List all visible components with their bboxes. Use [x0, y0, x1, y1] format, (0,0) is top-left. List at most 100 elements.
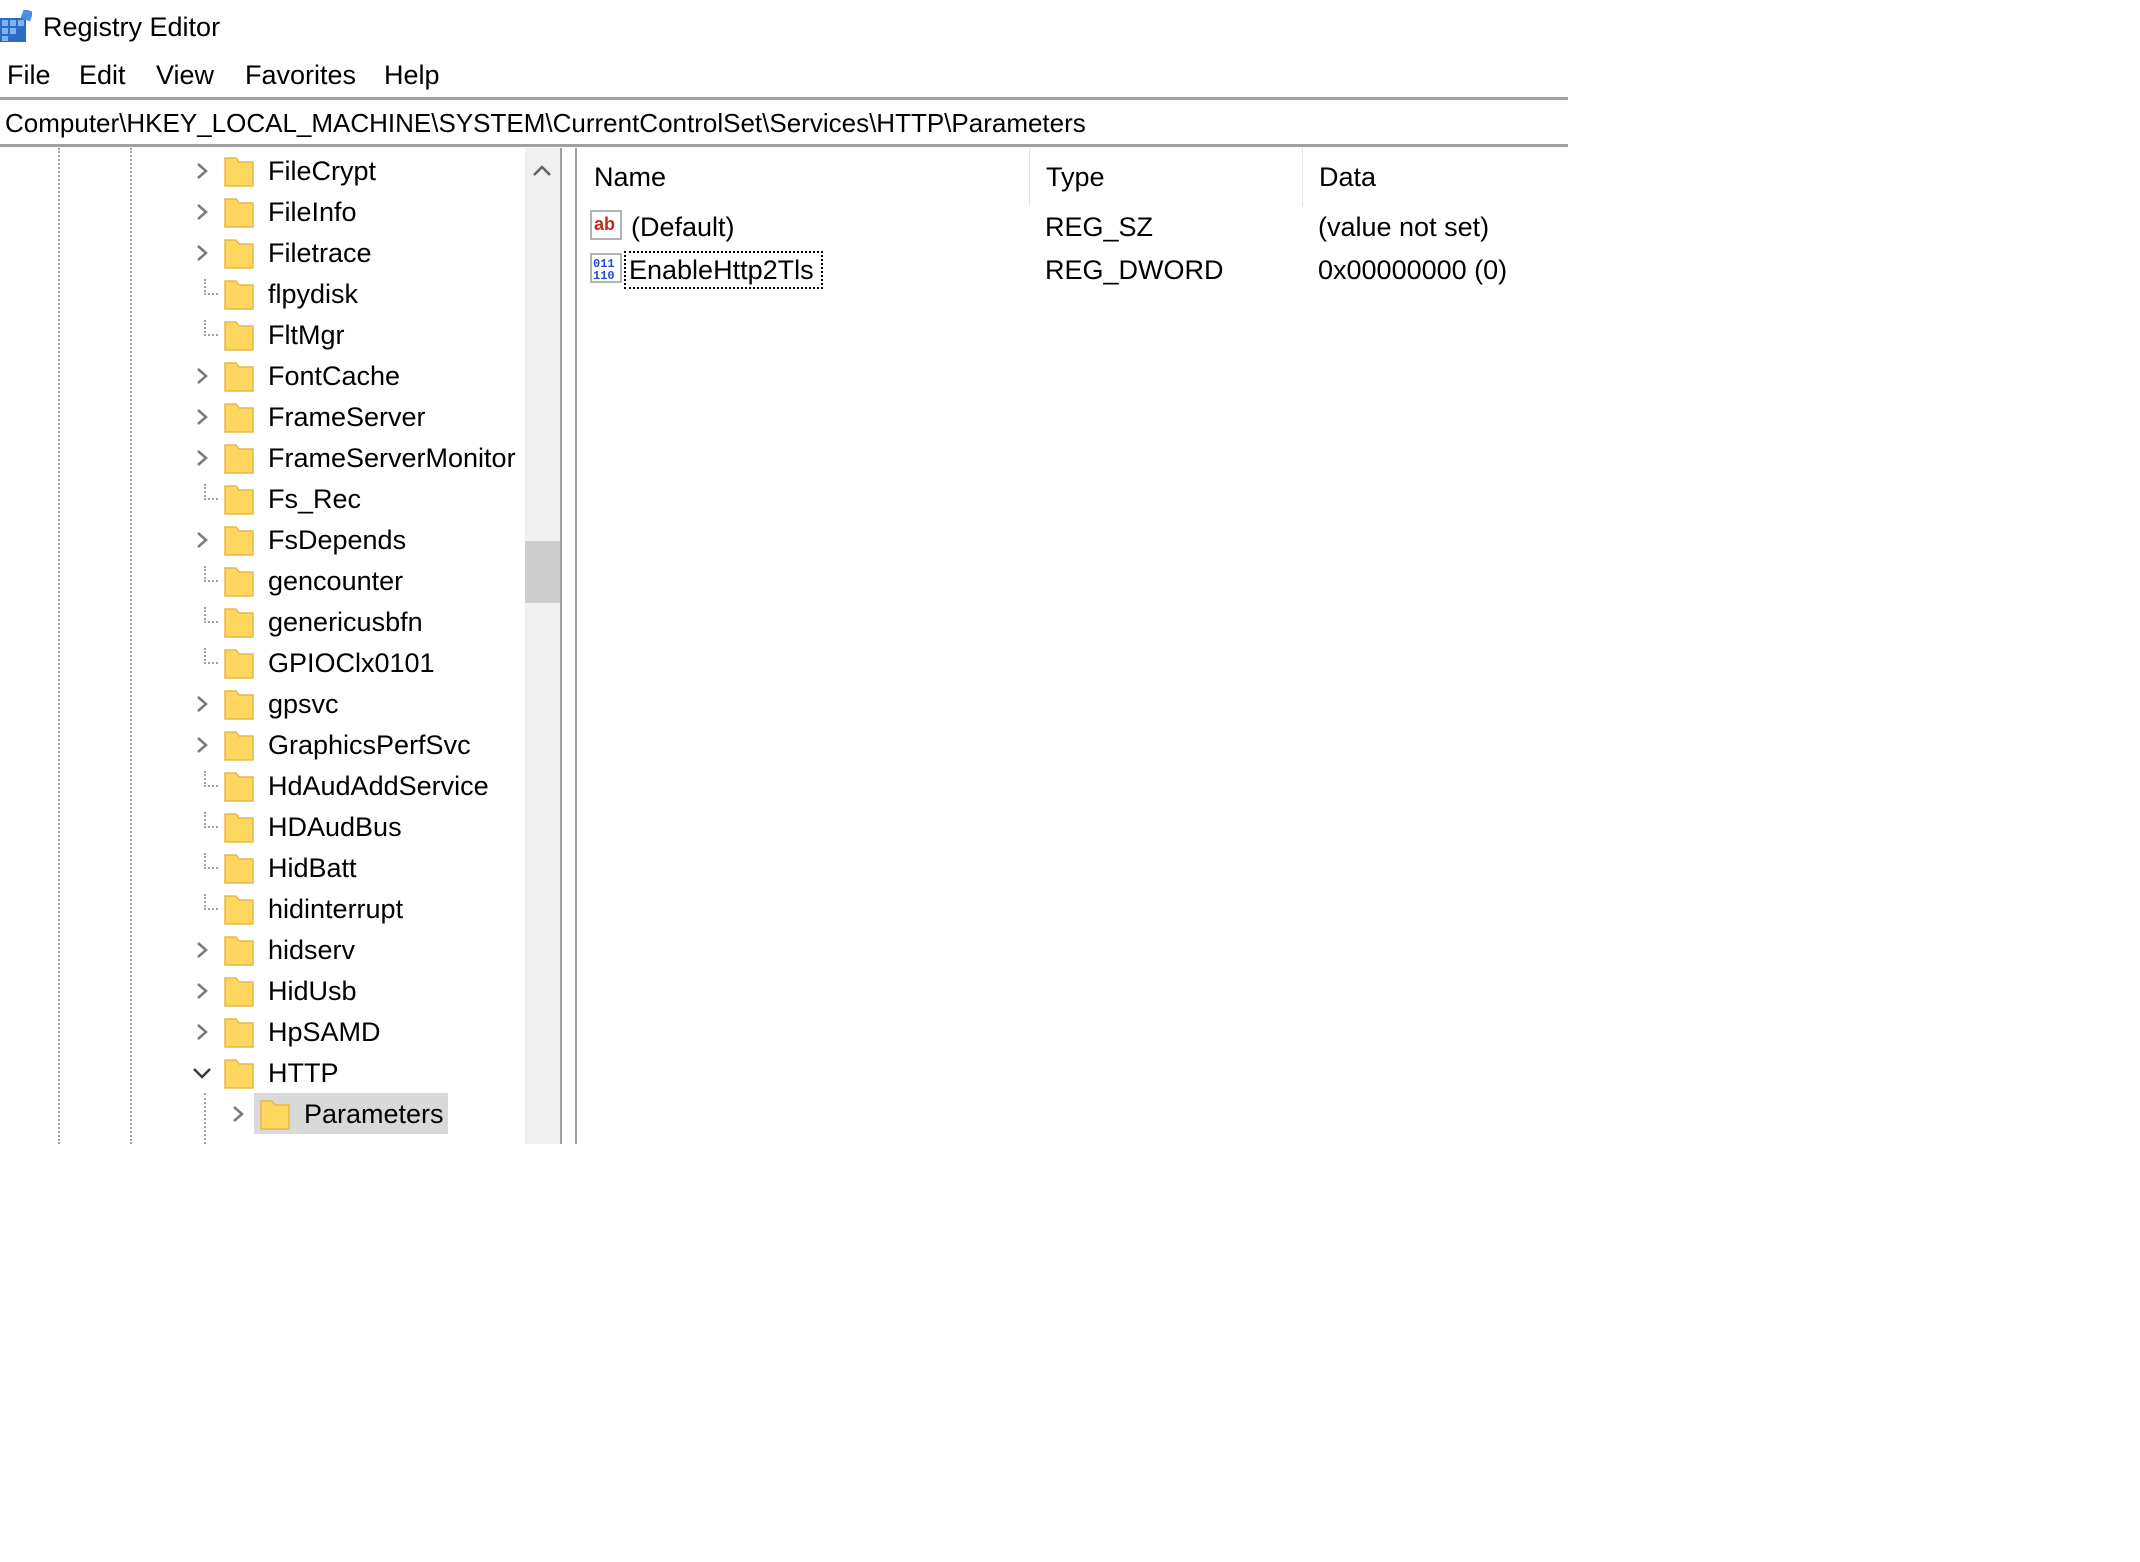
chevron-right-icon[interactable] — [190, 525, 214, 555]
tree-item-label: hidserv — [268, 935, 356, 965]
value-data: 0x00000000 (0) — [1318, 255, 1508, 285]
address-bar[interactable]: Computer\HKEY_LOCAL_MACHINE\SYSTEM\Curre… — [0, 97, 1568, 147]
chevron-right-icon[interactable] — [190, 197, 214, 227]
column-header-data[interactable]: Data — [1302, 148, 1568, 206]
tree-item[interactable]: HDAudBus — [0, 806, 525, 847]
tree-item-label: FsDepends — [268, 525, 407, 555]
scroll-thumb[interactable] — [525, 541, 560, 603]
registry-editor-icon — [0, 8, 34, 44]
menu-favorites[interactable]: Favorites — [245, 60, 356, 90]
folder-icon — [224, 319, 254, 351]
value-row[interactable]: ab (Default) REG_SZ (value not set) — [577, 206, 1568, 248]
folder-icon — [224, 729, 254, 761]
chevron-right-icon[interactable] — [190, 238, 214, 268]
tree-item-label: HpSAMD — [268, 1017, 381, 1047]
column-header-type[interactable]: Type — [1029, 148, 1302, 206]
tree-item[interactable]: HidUsb — [0, 970, 525, 1011]
folder-icon — [224, 811, 254, 843]
folder-icon — [224, 155, 254, 187]
chevron-right-icon[interactable] — [190, 689, 214, 719]
menu-edit[interactable]: Edit — [79, 60, 126, 90]
scroll-up-arrow-icon[interactable] — [525, 156, 560, 186]
tree-item-label: FontCache — [268, 361, 401, 391]
tree-connector — [204, 894, 218, 910]
tree-item[interactable]: Filetrace — [0, 232, 525, 273]
folder-icon — [224, 360, 254, 392]
folder-icon — [224, 688, 254, 720]
menu-help[interactable]: Help — [384, 60, 440, 90]
chevron-right-icon[interactable] — [190, 976, 214, 1006]
tree-item[interactable]: hidinterrupt — [0, 888, 525, 929]
chevron-right-icon[interactable] — [190, 156, 214, 186]
tree-item-label: gpsvc — [268, 689, 339, 719]
tree-scrollbar[interactable] — [525, 148, 560, 1144]
folder-icon — [224, 975, 254, 1007]
tree-item[interactable]: gpsvc — [0, 683, 525, 724]
string-value-icon: ab — [590, 210, 624, 242]
tree-connector — [204, 566, 218, 582]
tree-item[interactable]: FileCrypt — [0, 150, 525, 191]
tree-item[interactable]: HdAudAddService — [0, 765, 525, 806]
tree-item[interactable]: FrameServer — [0, 396, 525, 437]
pane-splitter[interactable] — [560, 148, 577, 1144]
folder-icon — [224, 483, 254, 515]
tree-item[interactable]: GPIOClx0101 — [0, 642, 525, 683]
chevron-right-icon[interactable] — [190, 730, 214, 760]
tree-connector — [204, 607, 218, 623]
tree-item-label: HdAudAddService — [268, 771, 489, 801]
chevron-right-icon[interactable] — [190, 361, 214, 391]
chevron-right-icon[interactable] — [226, 1099, 250, 1129]
tree-item[interactable]: flpydisk — [0, 273, 525, 314]
tree-item-label: Fs_Rec — [268, 484, 362, 514]
chevron-right-icon[interactable] — [190, 1017, 214, 1047]
tree-item-label: HDAudBus — [268, 812, 402, 842]
tree-connector — [204, 484, 218, 500]
tree-item[interactable]: HpSAMD — [0, 1011, 525, 1052]
chevron-right-icon[interactable] — [190, 443, 214, 473]
tree-item-label: GPIOClx0101 — [268, 648, 435, 678]
tree-item[interactable]: Fs_Rec — [0, 478, 525, 519]
tree-item-label: HidBatt — [268, 853, 357, 883]
tree-item[interactable]: FltMgr — [0, 314, 525, 355]
folder-icon — [224, 196, 254, 228]
chevron-right-icon[interactable] — [190, 935, 214, 965]
folder-icon — [224, 442, 254, 474]
value-name: (Default) — [631, 212, 735, 242]
value-row[interactable]: 011 110 EnableHttp2Tls REG_DWORD 0x00000… — [577, 249, 1568, 291]
folder-icon — [224, 852, 254, 884]
tree-item[interactable]: FrameServerMonitor — [0, 437, 525, 478]
tree-item[interactable]: Parameters — [0, 1093, 525, 1134]
folder-icon — [224, 606, 254, 638]
tree-item[interactable]: genericusbfn — [0, 601, 525, 642]
address-path[interactable]: Computer\HKEY_LOCAL_MACHINE\SYSTEM\Curre… — [5, 109, 1086, 137]
folder-icon — [224, 647, 254, 679]
folder-icon — [224, 565, 254, 597]
tree-item[interactable]: FileInfo — [0, 191, 525, 232]
folder-icon — [224, 401, 254, 433]
tree-connector — [204, 853, 218, 869]
column-header-name[interactable]: Name — [577, 148, 1029, 206]
tree-item[interactable]: FsDepends — [0, 519, 525, 560]
svg-text:110: 110 — [593, 269, 615, 283]
chevron-right-icon[interactable] — [190, 402, 214, 432]
tree-item-label: genericusbfn — [268, 607, 423, 637]
value-type: REG_DWORD — [1045, 255, 1224, 285]
value-list[interactable]: Name Type Data ab (Default) REG_SZ (valu… — [577, 148, 1568, 1144]
tree-item[interactable]: gencounter — [0, 560, 525, 601]
tree-connector — [204, 279, 218, 295]
tree-item[interactable]: HTTP — [0, 1052, 525, 1093]
folder-icon — [224, 1016, 254, 1048]
window-title: Registry Editor — [43, 12, 221, 42]
folder-icon — [224, 524, 254, 556]
tree-item[interactable]: GraphicsPerfSvc — [0, 724, 525, 765]
tree-item-label: FltMgr — [268, 320, 345, 350]
tree-item[interactable]: HidBatt — [0, 847, 525, 888]
key-tree[interactable]: FileCrypt FileInfo Filetrace flpydisk FltMgr… — [0, 148, 560, 1144]
tree-item[interactable]: hidserv — [0, 929, 525, 970]
tree-item-label: FrameServerMonitor — [268, 443, 516, 473]
menu-view[interactable]: View — [156, 60, 214, 90]
tree-item[interactable]: FontCache — [0, 355, 525, 396]
menu-file[interactable]: File — [7, 60, 51, 90]
menu-bar: File Edit View Favorites Help — [0, 56, 1568, 94]
chevron-down-icon[interactable] — [190, 1058, 214, 1088]
